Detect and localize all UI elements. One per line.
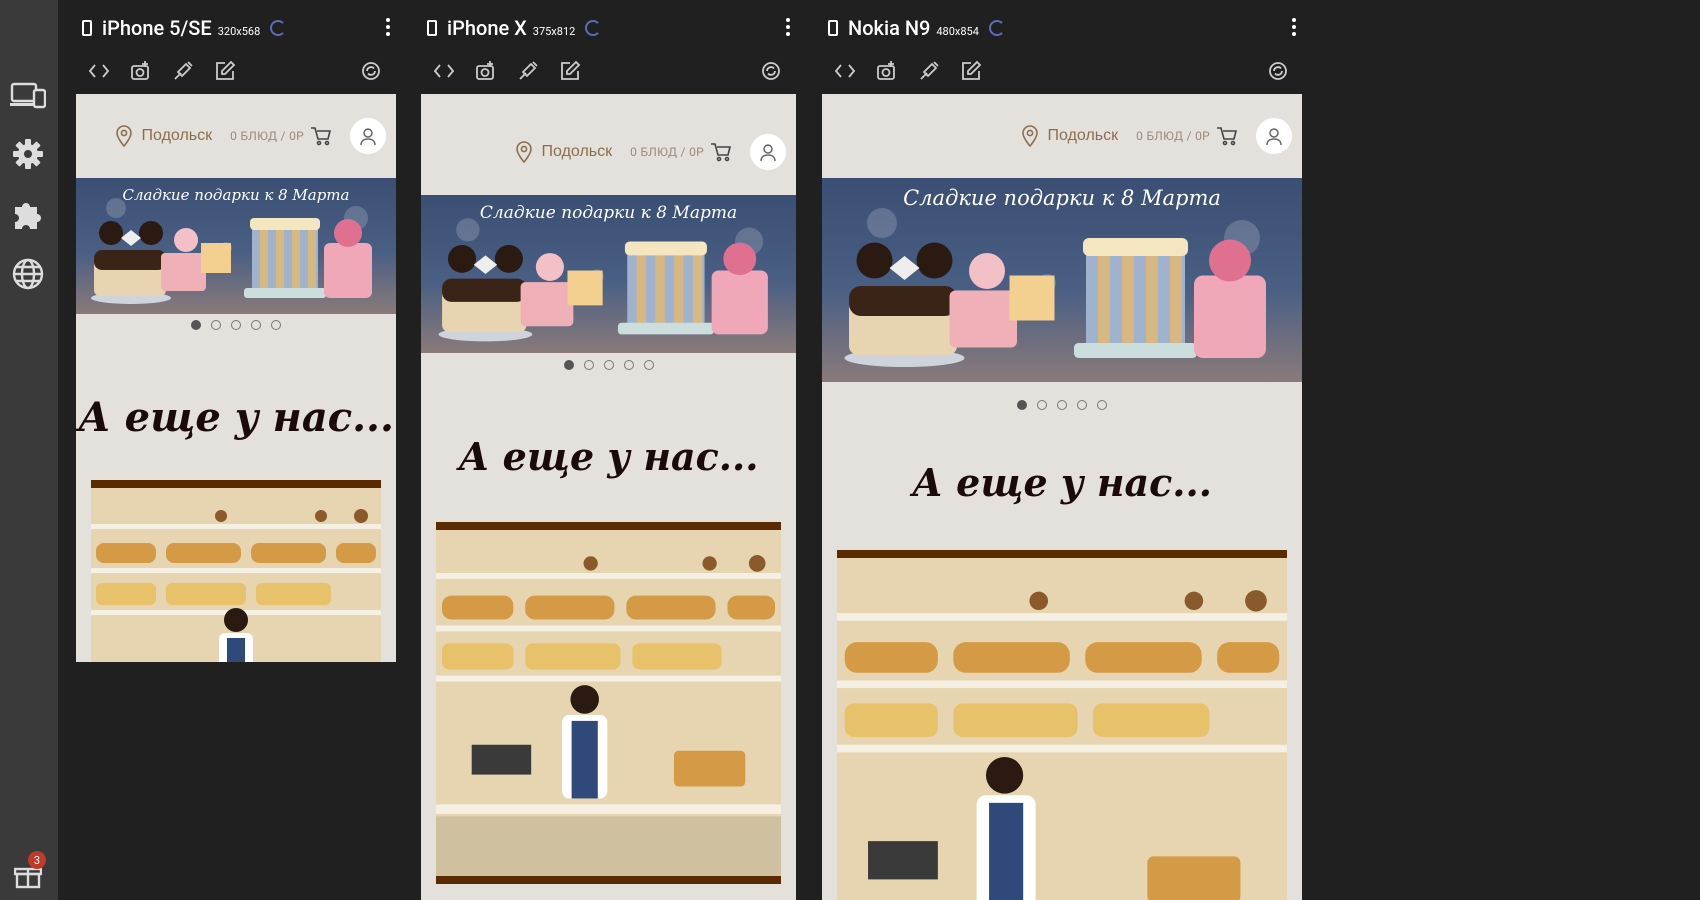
- carousel-dots: [822, 400, 1302, 410]
- city-link[interactable]: Подольск: [1048, 127, 1119, 145]
- cart-icon[interactable]: [1216, 126, 1238, 146]
- site-header: Подольск 0 БЛЮД / 0Р: [421, 110, 796, 194]
- edit-icon[interactable]: [557, 58, 583, 84]
- user-icon: [1266, 128, 1282, 146]
- banner-title: Сладкие подарки к 8 Марта: [479, 203, 738, 223]
- screenshot-icon[interactable]: [874, 58, 900, 84]
- location-pin-icon: [1021, 125, 1038, 147]
- pick-element-icon[interactable]: [170, 58, 196, 84]
- edit-icon[interactable]: [212, 58, 238, 84]
- device-name: iPhone 5/SE: [102, 16, 212, 40]
- cart-summary[interactable]: 0 БЛЮД / 0Р: [630, 145, 704, 159]
- carousel-dot[interactable]: [191, 320, 201, 330]
- device-size: 320x568: [217, 24, 261, 38]
- cart-icon[interactable]: [710, 142, 732, 162]
- city-link[interactable]: Подольск: [142, 127, 213, 145]
- carousel-dot[interactable]: [1017, 400, 1027, 410]
- devices-icon[interactable]: [8, 75, 48, 115]
- cart-icon[interactable]: [310, 126, 332, 146]
- loading-spinner: [585, 20, 602, 36]
- bakery-photo: [837, 550, 1287, 900]
- code-icon[interactable]: [431, 58, 457, 84]
- site-header: Подольск 0 БЛЮД / 0Р: [76, 94, 396, 178]
- promo-banner[interactable]: Сладкие подарки к 8 Марта: [421, 195, 796, 353]
- device-header: Nokia N9 480x854: [828, 10, 1005, 46]
- device-size: 480x854: [936, 24, 979, 38]
- gear-icon[interactable]: [8, 134, 48, 174]
- location-pin-icon: [515, 141, 532, 163]
- device-header: iPhone 5/SE 320x568: [82, 10, 287, 46]
- phone-icon: [427, 20, 437, 36]
- section-heading: А еще у нас...: [912, 460, 1212, 505]
- device-screen: Подольск 0 БЛЮД / 0Р Сладкие подарки к 8…: [421, 94, 796, 900]
- more-menu-icon[interactable]: [385, 18, 391, 36]
- carousel-dot[interactable]: [231, 320, 241, 330]
- section-heading: А еще у нас...: [458, 434, 759, 479]
- screenshot-icon[interactable]: [128, 58, 154, 84]
- more-menu-icon[interactable]: [785, 18, 791, 36]
- carousel-dot[interactable]: [1037, 400, 1047, 410]
- location-pin-icon: [115, 125, 132, 147]
- screenshot-icon[interactable]: [473, 58, 499, 84]
- code-icon[interactable]: [832, 58, 858, 84]
- cart-summary[interactable]: 0 БЛЮД / 0Р: [230, 129, 304, 143]
- app-sidebar: 3: [0, 0, 58, 900]
- pick-element-icon[interactable]: [916, 58, 942, 84]
- puzzle-icon[interactable]: [8, 194, 48, 234]
- carousel-dots: [76, 320, 396, 330]
- globe-icon[interactable]: [8, 254, 48, 294]
- loading-spinner: [988, 20, 1005, 36]
- pick-element-icon[interactable]: [515, 58, 541, 84]
- user-avatar[interactable]: [1256, 118, 1292, 154]
- code-icon[interactable]: [86, 58, 112, 84]
- carousel-dot[interactable]: [643, 360, 654, 370]
- site-header: Подольск 0 БЛЮД / 0Р: [822, 94, 1302, 178]
- banner-title: Сладкие подарки к 8 Марта: [122, 186, 350, 204]
- device-screen: Подольск 0 БЛЮД / 0Р Сладкие подарки к 8…: [76, 94, 396, 662]
- user-avatar[interactable]: [350, 118, 386, 154]
- city-link[interactable]: Подольск: [542, 143, 613, 161]
- more-menu-icon[interactable]: [1291, 18, 1297, 36]
- banner-title: Сладкие подарки к 8 Марта: [903, 186, 1221, 210]
- rotate-icon[interactable]: [758, 58, 784, 84]
- device-name: iPhone X: [447, 16, 527, 40]
- carousel-dot[interactable]: [1057, 400, 1067, 410]
- edit-icon[interactable]: [958, 58, 984, 84]
- device-name: Nokia N9: [848, 16, 931, 40]
- bakery-photo: [91, 480, 381, 662]
- carousel-dot[interactable]: [251, 320, 261, 330]
- rotate-icon[interactable]: [1265, 58, 1291, 84]
- device-screen: Подольск 0 БЛЮД / 0Р Сладкие подарки к 8…: [822, 94, 1302, 900]
- carousel-dot[interactable]: [603, 360, 614, 370]
- carousel-dot[interactable]: [583, 360, 594, 370]
- device-header: iPhone X 375x812: [427, 10, 602, 46]
- loading-spinner: [270, 20, 287, 36]
- bakery-photo: [436, 522, 781, 884]
- device-size: 375x812: [532, 24, 576, 38]
- carousel-dot[interactable]: [271, 320, 281, 330]
- carousel-dot[interactable]: [1097, 400, 1107, 410]
- user-icon: [360, 128, 376, 146]
- carousel-dots: [421, 360, 796, 370]
- cart-summary[interactable]: 0 БЛЮД / 0Р: [1136, 129, 1210, 143]
- user-avatar[interactable]: [750, 134, 786, 170]
- phone-icon: [82, 20, 92, 36]
- phone-icon: [828, 20, 838, 36]
- promo-banner[interactable]: Сладкие подарки к 8 Марта: [76, 178, 396, 314]
- section-heading: А еще у нас...: [78, 394, 394, 441]
- promo-banner[interactable]: Сладкие подарки к 8 Марта: [822, 178, 1302, 382]
- rotate-icon[interactable]: [358, 58, 384, 84]
- carousel-dot[interactable]: [1077, 400, 1087, 410]
- gift-badge: 3: [28, 851, 46, 869]
- carousel-dot[interactable]: [563, 360, 574, 370]
- carousel-dot[interactable]: [211, 320, 221, 330]
- user-icon: [760, 144, 776, 162]
- carousel-dot[interactable]: [623, 360, 634, 370]
